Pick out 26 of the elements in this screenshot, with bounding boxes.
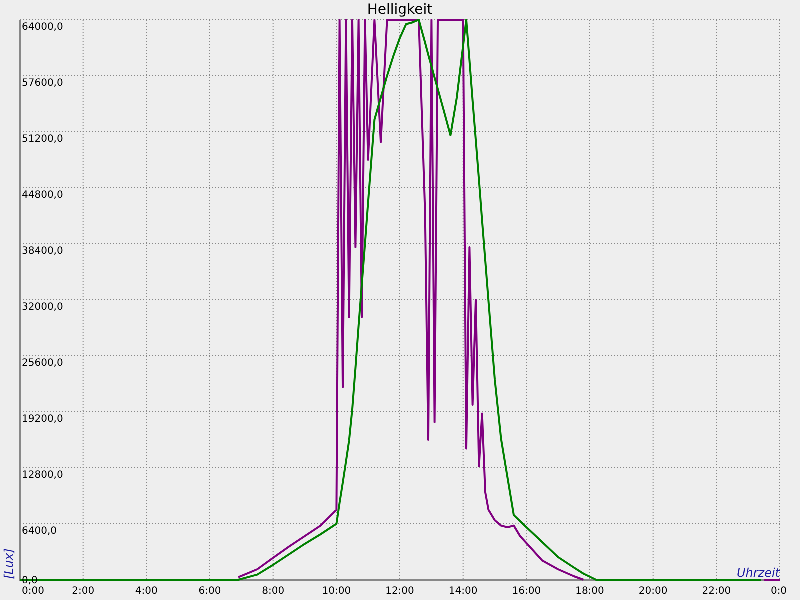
y-tick-label: 38400,0 (22, 246, 64, 257)
x-tick-label: 12:00 (386, 586, 414, 597)
x-tick-label: 4:00 (135, 586, 158, 597)
y-tick-label: 51200,0 (22, 134, 64, 145)
y-tick-label: 19200,0 (22, 414, 64, 425)
y-tick-label: 57600,0 (22, 78, 64, 89)
y-tick-label: 64000,0 (22, 22, 64, 33)
x-tick-label: 10:00 (322, 586, 352, 597)
x-tick-label: 6:00 (198, 586, 222, 597)
x-tick-label: 22:00 (702, 586, 732, 597)
x-tick-label: 8:00 (262, 586, 285, 597)
x-tick-label: 18:00 (576, 586, 604, 597)
x-tick-label: 2:00 (72, 586, 95, 597)
axis-title: [Lux] (2, 548, 16, 580)
y-tick-label: 44800,0 (22, 190, 64, 201)
x-tick-label: 0:0 (770, 586, 788, 597)
x-tick-label: 14:00 (448, 586, 478, 597)
x-tick-label: 20:00 (638, 586, 668, 597)
y-tick-label: 6400,0 (22, 526, 57, 537)
x-tick-label: 0:00 (22, 586, 44, 597)
chart-title: Helligkeit (367, 2, 433, 18)
y-tick-label: 25600,0 (22, 358, 64, 369)
y-tick-label: 12800,0 (22, 470, 64, 481)
x-tick-label: 16:00 (512, 586, 542, 597)
axis-title: Uhrzeit (736, 566, 780, 580)
y-tick-label: 32000,0 (22, 302, 64, 313)
